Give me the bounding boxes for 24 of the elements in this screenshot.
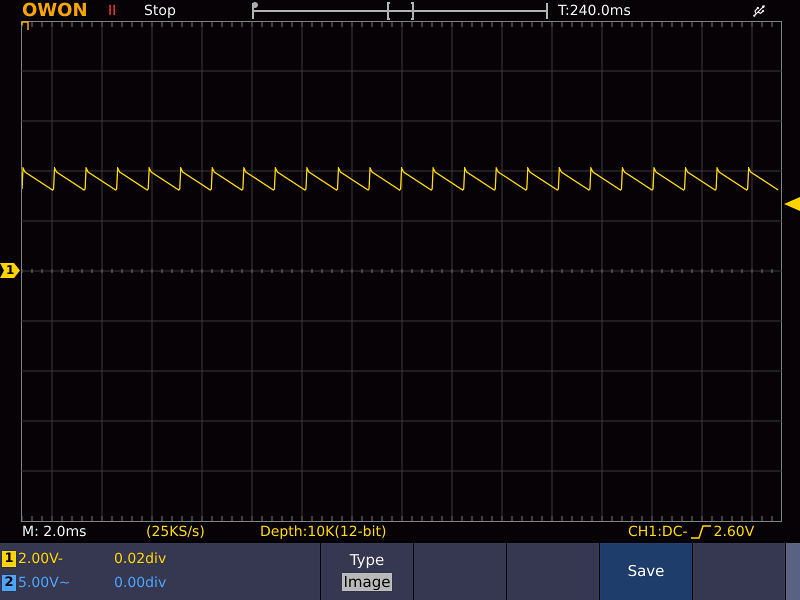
run-indicator: II: [108, 2, 118, 18]
brand-logo: OWON: [22, 0, 89, 21]
channel-offset: 0.02div: [114, 551, 166, 568]
rising-edge-icon: [690, 525, 711, 540]
softkey-label: Type: [350, 551, 384, 570]
channel-offset: 0.00div: [114, 575, 166, 592]
trigger-level-icon: [784, 197, 800, 211]
timebase-label: M: 2.0ms: [22, 524, 88, 540]
acquisition-state: Stop: [144, 2, 177, 18]
save-softkey[interactable]: Save: [600, 542, 693, 600]
trigger-level-label: 2.60V: [714, 524, 754, 540]
usb-icon: [752, 4, 766, 18]
channel-scale: 5.00V~: [18, 575, 72, 592]
channel-scale: 2.00V-: [18, 551, 64, 568]
channel-marker-label: 1: [6, 263, 14, 277]
trigger-source-label: CH1:DC-: [628, 524, 688, 540]
trigger-time: T:240.0ms: [558, 2, 632, 18]
sample-rate-label: (25KS/s): [146, 524, 206, 540]
channel-number: 2: [2, 575, 16, 592]
side-strip: [786, 542, 800, 600]
softkey-value: Image: [342, 573, 392, 592]
channel-number: 1: [2, 551, 16, 568]
trigger-position-icon: [21, 21, 29, 31]
memory-depth-label: Depth:10K(12-bit): [260, 524, 388, 540]
